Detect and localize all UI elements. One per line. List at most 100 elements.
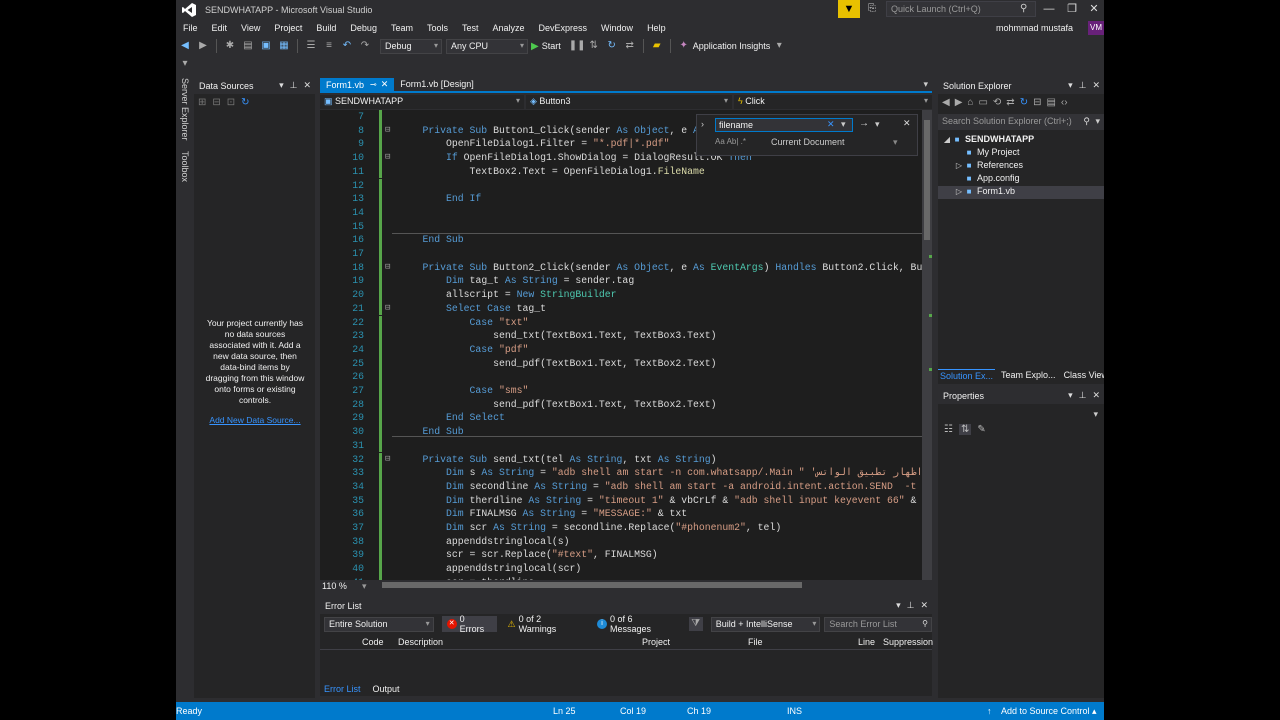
add-data-source-icon[interactable]: ⊞ [198,97,206,108]
dropdown-icon[interactable]: ▾ [1068,390,1073,400]
search-error-list-input[interactable]: Search Error List ⚲ [824,616,933,632]
fold-toggle-icon[interactable]: ⊟ [385,261,390,275]
tab-error-list[interactable]: Error List [320,683,365,695]
quick-launch-input[interactable]: Quick Launch (Ctrl+Q) [886,1,1036,17]
code-line[interactable]: 23 send_txt(TextBox1.Text, TextBox3.Text… [320,329,932,343]
code-line[interactable]: 29 End Select [320,411,932,426]
uncomment-icon[interactable]: ≡ [322,39,336,53]
minimize-button[interactable]: — [1038,1,1060,18]
tab-output[interactable]: Output [369,683,404,695]
code-line[interactable]: 20 allscript = New StringBuilder [320,288,932,302]
code-line[interactable]: 37 Dim scr As String = secondline.Replac… [320,521,932,535]
configuration-combo[interactable]: Debug ▾ [380,38,442,54]
add-new-data-source-link[interactable]: Add New Data Source... [204,415,306,425]
vertical-scrollbar[interactable] [922,110,932,580]
menu-build[interactable]: Build [309,20,343,36]
close-tab-icon[interactable]: ✕ [381,79,389,90]
open-file-icon[interactable]: ▤ [241,39,255,53]
properties-object-combo[interactable]: ▾ [938,407,1104,421]
code-line[interactable]: 19 Dim tag_t As String = sender.tag [320,274,932,289]
save-icon[interactable]: ▣ [259,39,273,53]
pin-icon[interactable]: ⊥ [1079,390,1087,400]
menu-view[interactable]: View [234,20,267,36]
tab-form1-design[interactable]: Form1.vb [Design] [394,78,480,91]
code-line[interactable]: 33 Dim s As String = "adb shell am start… [320,466,932,480]
tab-class-view[interactable]: Class View [1062,369,1104,381]
code-line[interactable]: 38 appenddstringlocal(s) [320,534,932,549]
solution-search-input[interactable]: Search Solution Explorer (Ctrl+;) ⚲ ▾ [938,114,1104,130]
lightbulb-icon[interactable]: ✦ [677,39,691,53]
step-icon[interactable]: ⇅ [587,39,601,53]
refresh-icon[interactable]: ↻ [241,97,249,108]
code-line[interactable]: 17 [320,247,932,261]
menu-project[interactable]: Project [267,20,309,36]
fold-toggle-icon[interactable]: ⊟ [385,453,390,467]
tree-item[interactable]: ◢ ■ SENDWHATAPP [938,134,1104,147]
dropdown-icon[interactable]: ▾ [896,600,901,610]
pin-icon[interactable]: ⊸ [370,80,377,89]
expand-replace-icon[interactable]: › [701,119,704,129]
find-in-files-icon[interactable]: ▰ [650,39,664,53]
sync-icon[interactable]: ⇄ [1006,97,1014,108]
code-line[interactable]: 13 End If [320,192,932,206]
member-combo[interactable]: ϟ Click ▾ [734,94,932,109]
find-options[interactable]: Aa Ab| .* [715,137,746,146]
code-line[interactable]: 16 End Sub [320,233,932,247]
fold-toggle-icon[interactable]: ⊟ [385,124,390,138]
menu-edit[interactable]: Edit [205,20,235,36]
menu-tools[interactable]: Tools [420,20,455,36]
code-line[interactable]: 18 ⊟ Private Sub Button2_Click(sender As … [320,260,932,275]
alphabetical-icon[interactable]: ⇅ [958,423,972,435]
refresh-icon[interactable]: ↻ [605,39,619,53]
toolbox-tab[interactable]: Toolbox [180,151,190,182]
feedback-icon[interactable]: ⎘ [868,3,880,15]
fold-toggle-icon[interactable]: ⊟ [385,302,390,316]
chevron-up-icon[interactable]: ▴ [1092,706,1097,717]
property-pages-icon[interactable]: ✎ [977,424,985,435]
forward-icon[interactable]: ▶ [196,39,210,53]
toolbar-overflow-icon[interactable]: ▾ [178,57,192,71]
menu-team[interactable]: Team [384,20,420,36]
show-all-files-icon[interactable]: ▤ [1046,97,1055,108]
code-line[interactable]: 15 [320,219,932,234]
code-line[interactable]: 36 Dim FINALMSG As String = "MESSAGE:" &… [320,507,932,521]
clear-search-icon[interactable]: ✕ [827,119,835,130]
tab-form1-vb[interactable]: Form1.vb ⊸ ✕ [320,78,395,91]
back-icon[interactable]: ◀ [942,97,950,108]
scroll-thumb[interactable] [382,582,802,588]
tab-team-explorer[interactable]: Team Explo... [999,369,1058,381]
code-line[interactable]: 22 Case "txt" [320,315,932,330]
undo-icon[interactable]: ↶ [340,39,354,53]
column-project[interactable]: Project [642,637,670,647]
errors-filter-button[interactable]: ✕ 0 Errors [441,614,497,634]
scope-combo[interactable]: Entire Solution ▾ [324,616,434,632]
menu-debug[interactable]: Debug [343,20,384,36]
application-insights-button[interactable]: Application Insights [693,41,771,51]
chevron-down-icon[interactable]: ▾ [772,39,786,53]
add-to-source-control-button[interactable]: Add to Source Control [1001,706,1090,716]
code-line[interactable]: 39 scr = scr.Replace("#text", FINALMSG) [320,548,932,563]
pin-icon[interactable]: ⊥ [907,600,915,610]
column-line[interactable]: Line [858,637,875,647]
column-description[interactable]: Description [398,637,443,647]
close-icon[interactable]: ✕ [303,80,311,90]
close-find-icon[interactable]: ✕ [903,118,911,129]
code-line[interactable]: 28 send_pdf(TextBox1.Text, TextBox2.Text… [320,397,932,412]
code-line[interactable]: 40 appenddstringlocal(scr) [320,562,932,576]
tree-item[interactable]: ■ My Project [938,147,1104,160]
code-line[interactable]: 32 ⊟ Private Sub send_txt(tel As String, … [320,452,932,467]
code-line[interactable]: 35 Dim therdline As String = "timeout 1"… [320,493,932,508]
user-avatar[interactable]: VM [1088,21,1104,35]
tree-item[interactable]: ▷ ■ References [938,160,1104,173]
pending-changes-icon[interactable]: ⟲ [993,97,1001,108]
tab-solution-explorer[interactable]: Solution Ex... [938,368,996,382]
messages-filter-button[interactable]: i0 of 6 Messages [592,614,681,634]
close-button[interactable]: ✕ [1083,1,1104,18]
column-file[interactable]: File [748,637,763,647]
tree-item[interactable]: ▷ ■ Form1.vb [938,186,1104,199]
tab-overflow-icon[interactable]: ▾ [923,79,928,90]
play-icon[interactable]: ▶ [531,41,539,52]
switch-views-icon[interactable]: ▭ [978,97,987,108]
edit-dataset-icon[interactable]: ⊟ [212,97,220,108]
close-icon[interactable]: ✕ [1092,80,1100,90]
